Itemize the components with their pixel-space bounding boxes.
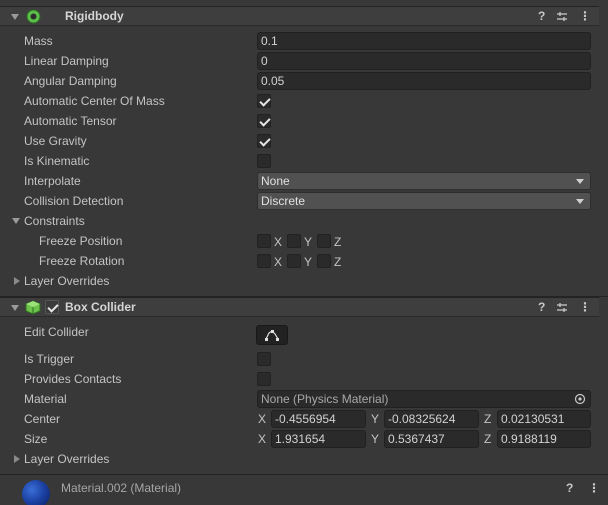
- freeze-rotation-z-label: Z: [334, 255, 342, 269]
- more-options-icon[interactable]: ⋮: [588, 481, 600, 495]
- box-collider-title: Box Collider: [65, 300, 136, 314]
- help-icon[interactable]: ?: [538, 9, 545, 23]
- collision-detection-label: Collision Detection: [24, 194, 124, 208]
- linear-damping-label: Linear Damping: [24, 54, 109, 68]
- material-value: None (Physics Material): [261, 392, 389, 406]
- material-label: Material: [24, 392, 67, 406]
- size-y-label: Y: [371, 432, 380, 446]
- help-icon[interactable]: ?: [566, 481, 573, 495]
- box-collider-enabled-checkbox[interactable]: [45, 300, 59, 314]
- center-y-label: Y: [371, 412, 380, 426]
- collision-detection-value: Discrete: [261, 194, 306, 208]
- freeze-rotation-x-label: X: [274, 255, 283, 269]
- center-x-field[interactable]: -0.4556954: [271, 410, 366, 428]
- freeze-position-label: Freeze Position: [39, 234, 123, 248]
- provides-contacts-label: Provides Contacts: [24, 372, 122, 386]
- freeze-rotation-z-checkbox[interactable]: [317, 254, 331, 268]
- rigidbody-layer-overrides-label[interactable]: Layer Overrides: [24, 271, 109, 291]
- provides-contacts-checkbox[interactable]: [257, 372, 271, 386]
- angular-damping-field[interactable]: 0.05: [257, 72, 591, 90]
- center-y-field[interactable]: -0.08325624: [384, 410, 479, 428]
- constraints-label[interactable]: Constraints: [24, 211, 85, 231]
- use-gravity-checkbox[interactable]: [257, 134, 271, 148]
- collision-detection-dropdown[interactable]: Discrete: [257, 192, 591, 210]
- material-object-field[interactable]: None (Physics Material): [257, 390, 591, 408]
- material-preview-sphere: [22, 480, 50, 505]
- rigidbody-component-icon: [26, 9, 41, 24]
- is-kinematic-label: Is Kinematic: [24, 154, 90, 168]
- center-z-label: Z: [484, 412, 492, 426]
- automatic-tensor-checkbox[interactable]: [257, 114, 271, 128]
- material-title: Material.002 (Material): [61, 481, 182, 495]
- edit-collider-label: Edit Collider: [24, 325, 89, 339]
- freeze-position-y-label: Y: [304, 235, 313, 249]
- object-picker-icon[interactable]: [574, 393, 586, 405]
- mass-field[interactable]: 0.1: [257, 32, 591, 50]
- chevron-down-icon: [576, 179, 584, 184]
- freeze-rotation-x-checkbox[interactable]: [257, 254, 271, 268]
- size-label: Size: [24, 432, 48, 446]
- rigidbody-fold-arrow-icon[interactable]: [11, 14, 19, 20]
- automatic-center-of-mass-checkbox[interactable]: [257, 94, 271, 108]
- interpolate-label: Interpolate: [24, 174, 81, 188]
- interpolate-value: None: [261, 174, 290, 188]
- rigidbody-title: Rigidbody: [65, 9, 124, 23]
- freeze-position-x-checkbox[interactable]: [257, 234, 271, 248]
- automatic-tensor-label: Automatic Tensor: [24, 114, 117, 128]
- size-y-field[interactable]: 0.5367437: [384, 430, 479, 448]
- constraints-fold-arrow-icon[interactable]: [12, 218, 20, 224]
- freeze-rotation-label: Freeze Rotation: [39, 254, 125, 268]
- box-collider-component-icon: [25, 300, 41, 315]
- edit-collider-button[interactable]: [256, 325, 288, 345]
- linear-damping-field[interactable]: 0: [257, 52, 591, 70]
- automatic-center-of-mass-label: Automatic Center Of Mass: [24, 94, 165, 108]
- is-trigger-label: Is Trigger: [24, 352, 75, 366]
- interpolate-dropdown[interactable]: None: [257, 172, 591, 190]
- size-z-label: Z: [484, 432, 492, 446]
- center-x-label: X: [258, 412, 267, 426]
- is-kinematic-checkbox[interactable]: [257, 154, 271, 168]
- more-options-icon[interactable]: ⋮: [579, 300, 591, 314]
- box-collider-layer-overrides-label[interactable]: Layer Overrides: [24, 449, 109, 469]
- size-x-label: X: [258, 432, 267, 446]
- component-divider: [0, 474, 608, 475]
- size-z-field[interactable]: 0.9188119: [497, 430, 591, 448]
- center-label: Center: [24, 412, 61, 426]
- layer-overrides-fold-arrow-icon[interactable]: [14, 455, 20, 463]
- angular-damping-label: Angular Damping: [24, 74, 117, 88]
- more-options-icon[interactable]: ⋮: [579, 9, 591, 23]
- size-x-field[interactable]: 1.931654: [271, 430, 366, 448]
- freeze-position-z-label: Z: [334, 235, 342, 249]
- freeze-position-z-checkbox[interactable]: [317, 234, 331, 248]
- center-z-field[interactable]: 0.02130531: [497, 410, 591, 428]
- freeze-rotation-y-label: Y: [304, 255, 313, 269]
- layer-overrides-fold-arrow-icon[interactable]: [14, 277, 20, 285]
- box-collider-fold-arrow-icon[interactable]: [11, 305, 19, 311]
- use-gravity-label: Use Gravity: [24, 134, 87, 148]
- mass-label: Mass: [24, 34, 53, 48]
- presets-icon[interactable]: [556, 11, 568, 23]
- freeze-position-y-checkbox[interactable]: [287, 234, 301, 248]
- is-trigger-checkbox[interactable]: [257, 352, 271, 366]
- freeze-position-x-label: X: [274, 235, 283, 249]
- edit-bounds-icon: [265, 330, 279, 341]
- chevron-down-icon: [576, 199, 584, 204]
- rigidbody-header[interactable]: Rigidbody ? ⋮: [0, 6, 599, 26]
- freeze-rotation-y-checkbox[interactable]: [287, 254, 301, 268]
- help-icon[interactable]: ?: [538, 300, 545, 314]
- box-collider-header[interactable]: Box Collider ? ⋮: [0, 297, 599, 317]
- presets-icon[interactable]: [556, 302, 568, 314]
